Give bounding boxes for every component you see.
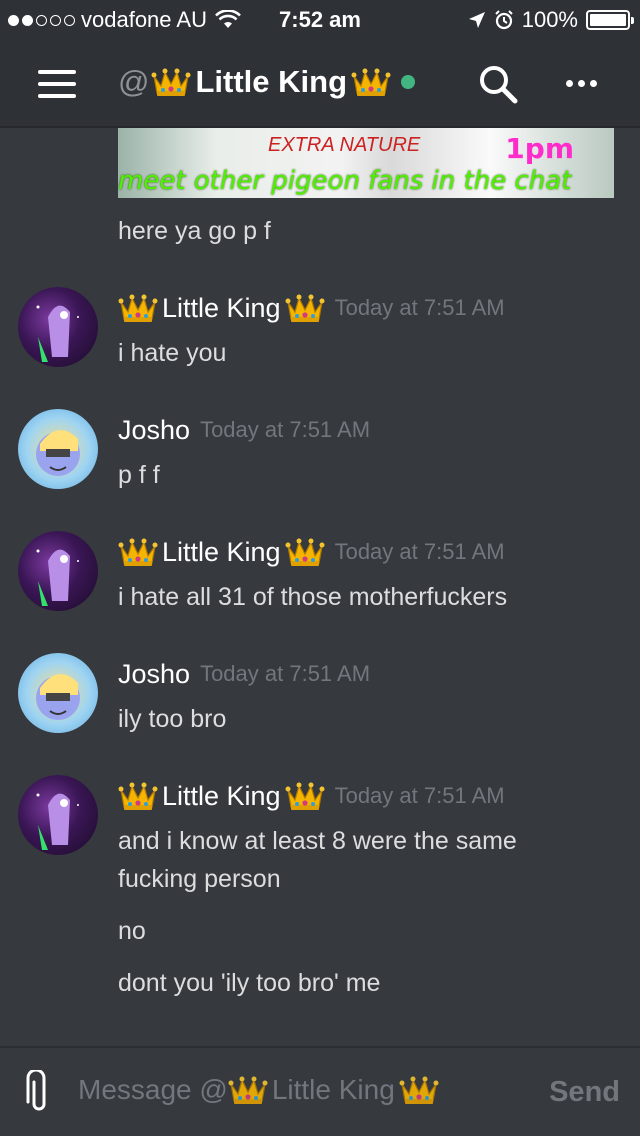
crown-icon <box>285 292 325 324</box>
message-text: i hate all 31 of those motherfuckers <box>118 583 508 611</box>
avatar[interactable] <box>18 409 98 489</box>
battery-icon <box>586 10 634 30</box>
message-text: no <box>118 917 146 945</box>
message-composer: Message @ Little King Send <box>0 1046 640 1136</box>
message-text: i hate you <box>118 339 227 367</box>
timestamp: Today at 7:51 AM <box>200 661 371 686</box>
crown-icon <box>351 66 391 98</box>
placeholder-name: Little King <box>271 1074 395 1105</box>
status-bar: vodafone AU 7:52 am 100% <box>0 0 640 40</box>
crown-icon <box>118 292 158 324</box>
timestamp: Today at 7:51 AM <box>334 783 505 808</box>
message-text: p f f <box>118 461 160 489</box>
crown-icon <box>285 780 325 812</box>
message-header: Josho Today at 7:51 AM <box>118 410 370 450</box>
crown-icon <box>228 1074 268 1106</box>
crown-icon <box>151 66 191 98</box>
menu-icon[interactable] <box>38 70 76 98</box>
crown-icon <box>285 536 325 568</box>
message-input[interactable]: Message @ Little King <box>78 1074 439 1106</box>
meme-time-text: 1pm <box>505 132 574 165</box>
message-text: and i know at least 8 were the same fuck… <box>118 827 517 893</box>
dm-title-name: Little King <box>195 64 348 99</box>
message-header: Little King Today at 7:51 AM <box>118 532 505 572</box>
crown-icon <box>399 1074 439 1106</box>
avatar[interactable] <box>18 531 98 611</box>
author-name[interactable]: Josho <box>118 415 190 446</box>
avatar[interactable] <box>18 653 98 733</box>
placeholder-prefix: Message @ <box>78 1074 228 1105</box>
dm-title: @ Little King <box>118 64 416 100</box>
author-name[interactable]: Little King <box>162 537 281 568</box>
avatar[interactable] <box>18 775 98 855</box>
message-list[interactable]: EXTRA NATURE 1pm meet other pigeon fans … <box>0 128 640 1046</box>
meme-top-text: EXTRA NATURE <box>268 134 421 156</box>
online-status-dot <box>401 75 416 89</box>
message-header: Josho Today at 7:51 AM <box>118 654 370 694</box>
image-attachment[interactable]: EXTRA NATURE 1pm meet other pigeon fans … <box>118 128 614 198</box>
crown-icon <box>118 536 158 568</box>
channel-header: @ Little King <box>0 40 640 128</box>
timestamp: Today at 7:51 AM <box>200 417 371 442</box>
timestamp: Today at 7:51 AM <box>334 539 505 564</box>
location-icon <box>468 12 485 28</box>
meme-caption: meet other pigeon fans in the chat <box>118 166 572 196</box>
author-name[interactable]: Josho <box>118 659 190 690</box>
at-symbol: @ <box>118 64 150 99</box>
message-header: Little King Today at 7:51 AM <box>118 776 505 816</box>
search-icon[interactable] <box>478 64 518 104</box>
more-icon[interactable] <box>566 80 597 87</box>
author-name[interactable]: Little King <box>162 293 281 324</box>
avatar[interactable] <box>18 287 98 367</box>
crown-icon <box>118 780 158 812</box>
message-text: dont you 'ily too bro' me <box>118 969 381 997</box>
message-header: Little King Today at 7:51 AM <box>118 288 505 328</box>
send-button[interactable]: Send <box>549 1076 620 1109</box>
timestamp: Today at 7:51 AM <box>334 295 505 320</box>
alarm-icon <box>495 10 513 30</box>
paperclip-icon[interactable] <box>26 1070 52 1114</box>
battery-percent: 100% <box>521 7 578 32</box>
message-text: ily too bro <box>118 705 227 733</box>
message-text: here ya go p f <box>118 217 271 245</box>
author-name[interactable]: Little King <box>162 781 281 812</box>
